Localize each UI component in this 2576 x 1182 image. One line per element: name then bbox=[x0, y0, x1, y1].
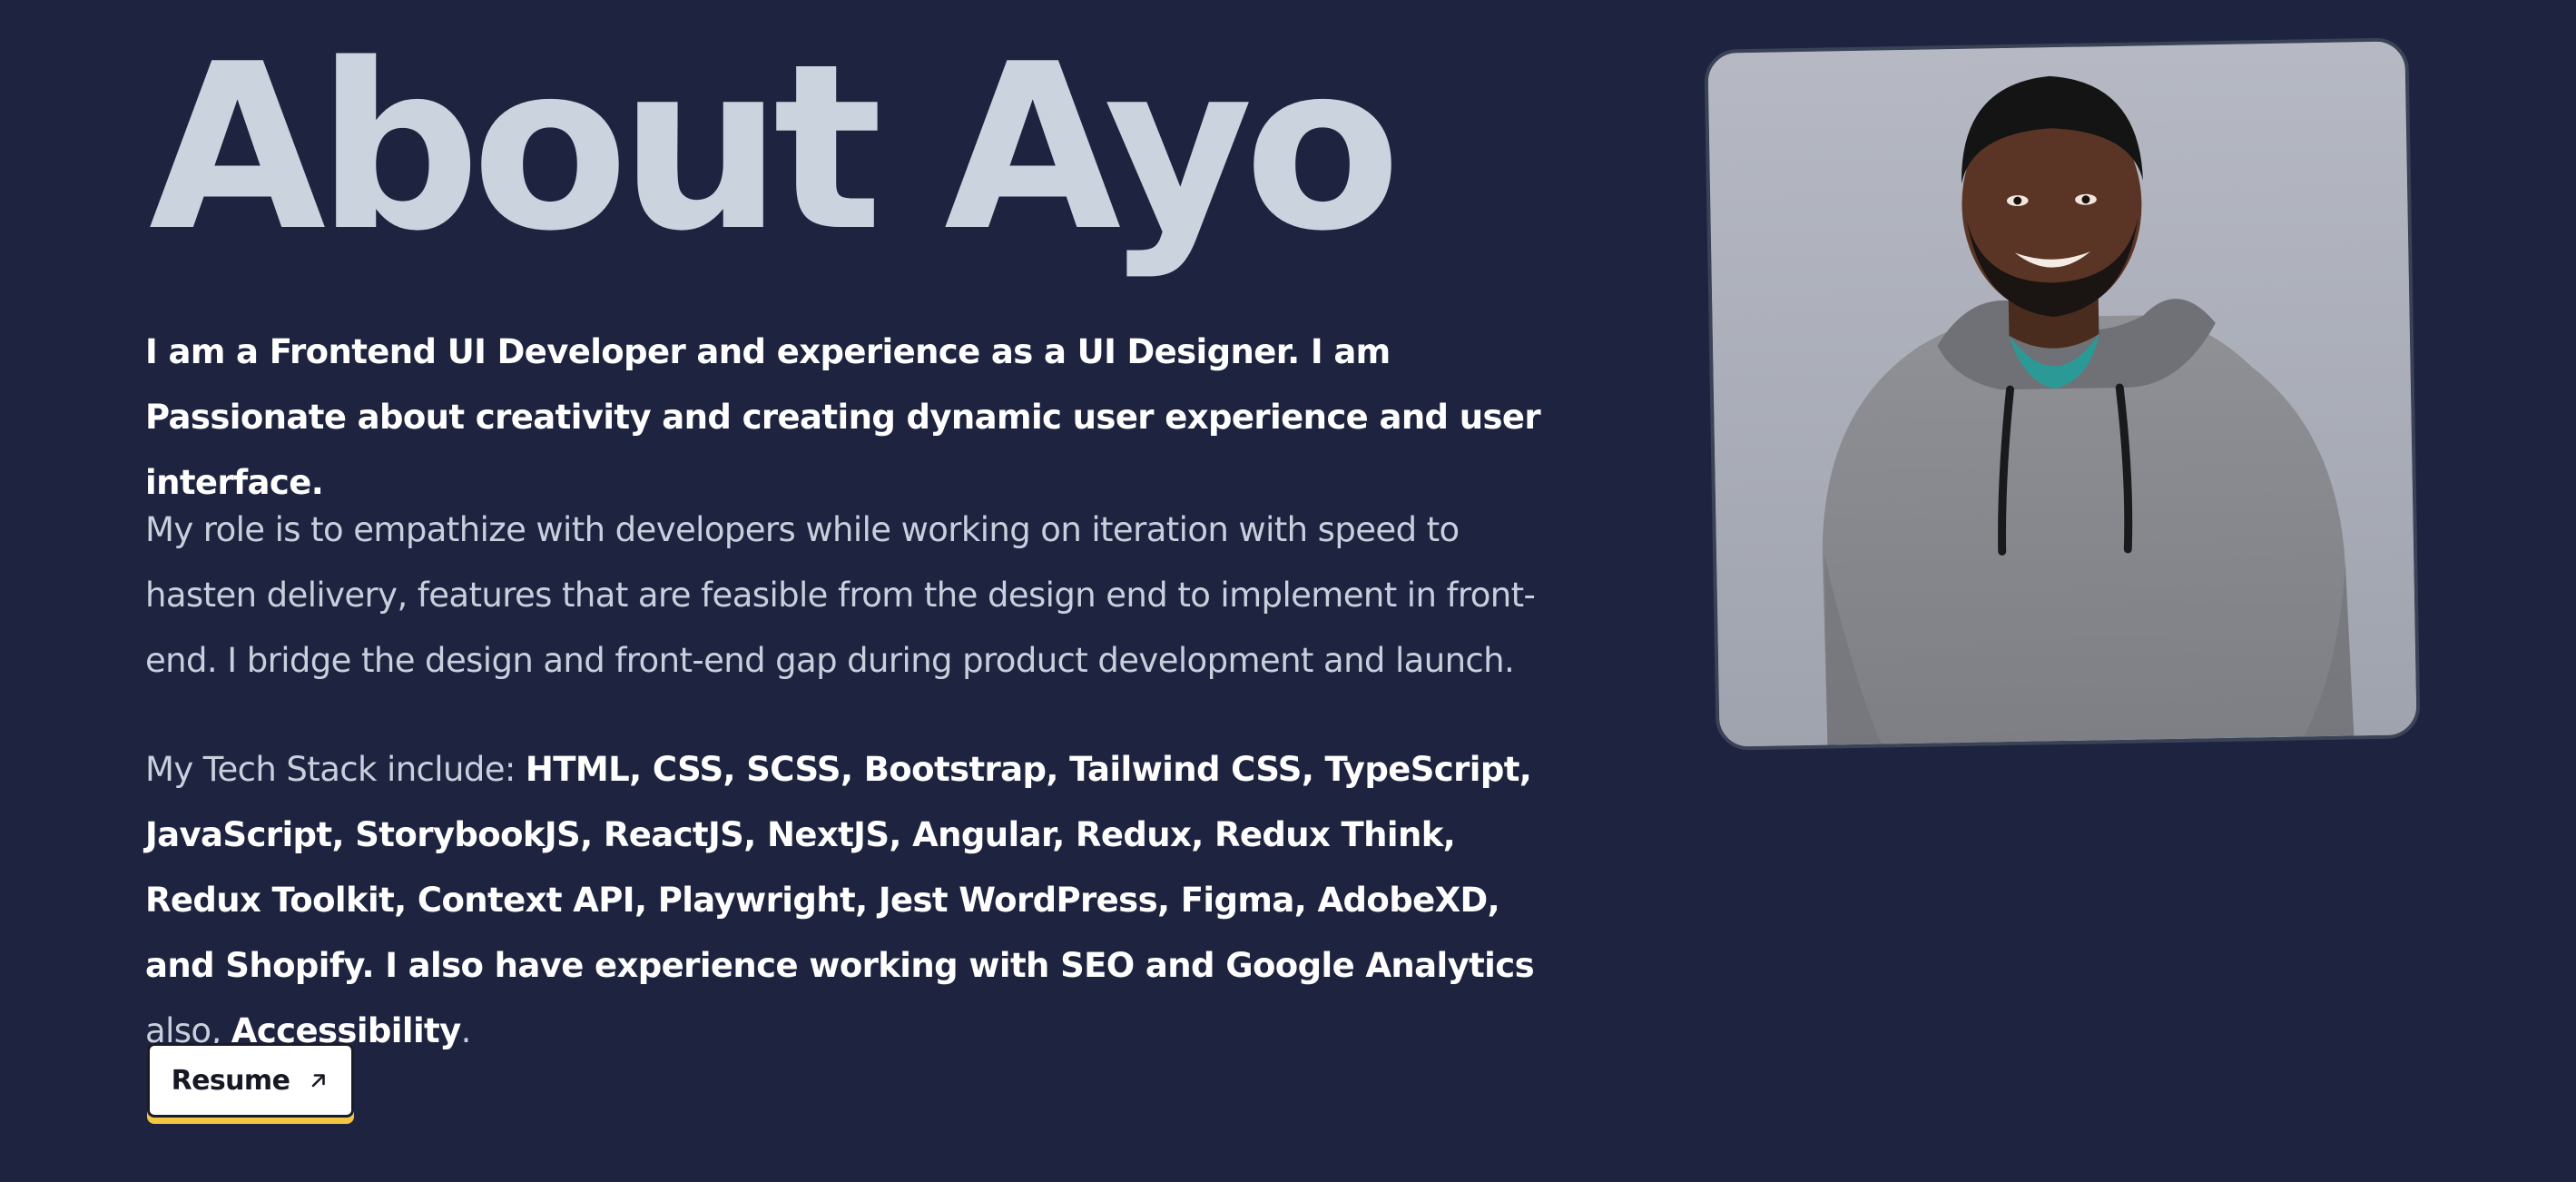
profile-photo bbox=[1704, 37, 2421, 751]
tech-stack-end: . bbox=[460, 1011, 472, 1050]
tech-stack-prefix: My Tech Stack include: bbox=[145, 750, 526, 789]
page-title: About Ayo bbox=[149, 15, 1401, 281]
arrow-up-right-icon bbox=[308, 1069, 329, 1091]
profile-photo-image bbox=[1707, 41, 2417, 747]
about-section: About Ayo I am a Frontend UI Developer a… bbox=[0, 0, 2576, 1182]
resume-button[interactable]: Resume bbox=[147, 1043, 354, 1118]
resume-button-label: Resume bbox=[171, 1064, 290, 1097]
role-paragraph: My role is to empathize with developers … bbox=[145, 510, 1536, 680]
tech-stack-paragraph: My Tech Stack include: HTML, CSS, SCSS, … bbox=[145, 737, 1561, 1064]
intro-paragraph: I am a Frontend UI Developer and experie… bbox=[145, 332, 1541, 502]
